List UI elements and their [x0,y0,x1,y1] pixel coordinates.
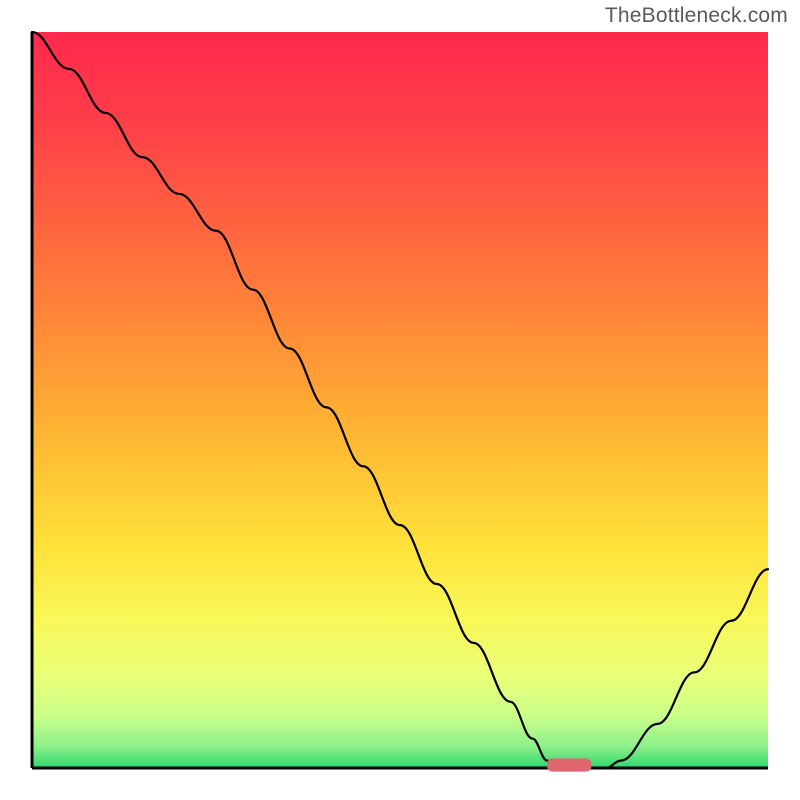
optimal-marker [547,758,591,771]
watermark-text: TheBottleneck.com [605,4,788,28]
chart-svg [0,0,800,800]
bottleneck-chart [0,0,800,800]
plot-background [32,32,768,768]
